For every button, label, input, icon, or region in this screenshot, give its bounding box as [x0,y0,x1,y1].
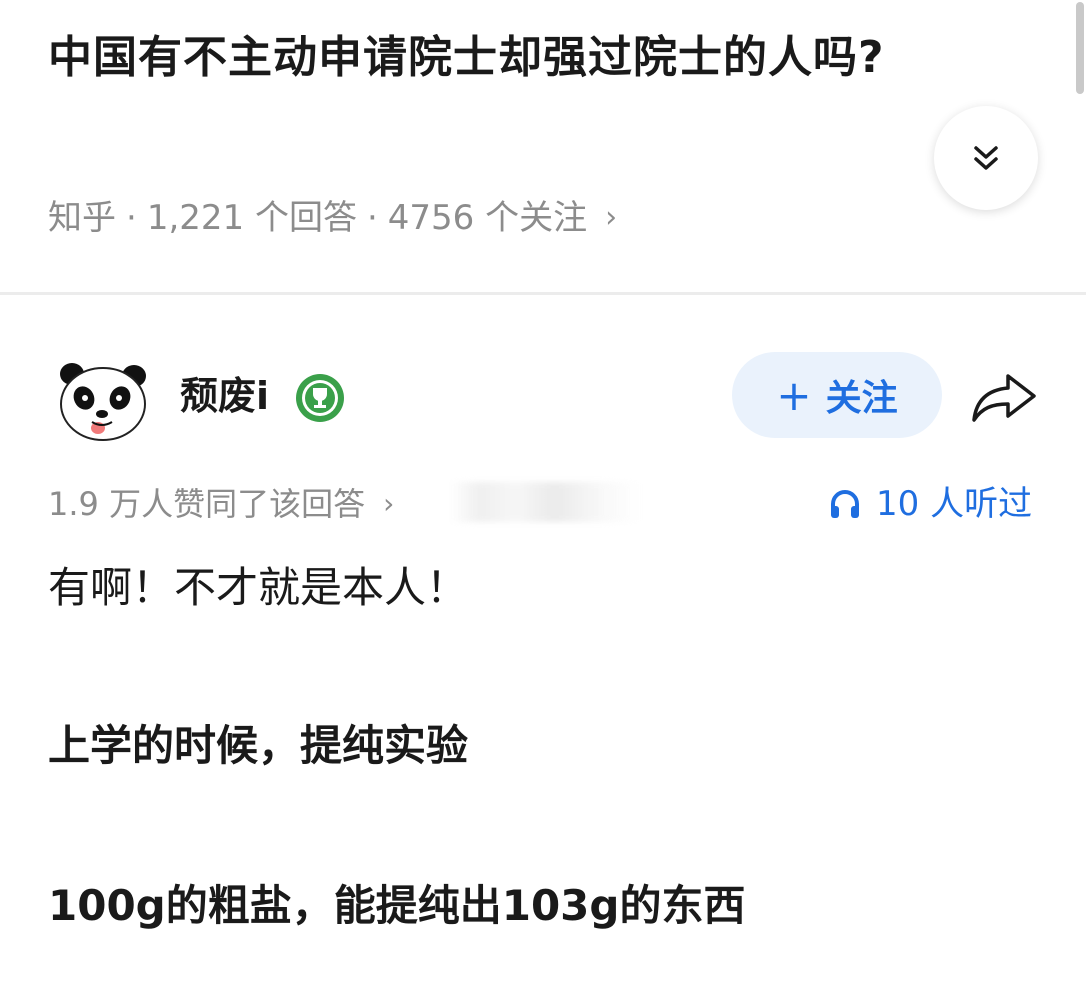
trophy-badge-icon[interactable] [294,372,346,424]
answer-paragraph: 100g的粗盐，能提纯出103g的东西 [48,881,746,930]
follow-button-label: 关注 [825,378,898,419]
headphones-icon [831,490,859,518]
meta-separator: · [366,198,378,238]
source-label: 知乎 [48,198,116,238]
share-button[interactable] [968,366,1040,428]
follow-button[interactable]: + 关注 [732,352,942,438]
scrollbar[interactable] [1074,0,1086,984]
double-chevron-down-icon [974,146,998,170]
avatar[interactable] [50,346,154,450]
author-name[interactable]: 颓废i [180,366,269,426]
listened-count: 10 人听过 [876,484,1033,524]
answer-paragraph: 上学的时候，提纯实验 [48,721,469,770]
question-header: 中国有不主动申请院士却强过院士的人吗? [48,24,1008,92]
answer-paragraph: 有啊！不才就是本人！ [48,563,469,612]
question-meta[interactable]: 知乎 · 1,221 个回答 · 4756 个关注 › [48,192,617,244]
answer-page: 中国有不主动申请院士却强过院士的人吗? 知乎 · 1,221 个回答 · 475… [0,0,1086,984]
votes-row[interactable]: 1.9 万人赞同了该回答 › [48,478,394,530]
redacted-blur [450,482,640,522]
chevron-right-icon: › [383,487,395,520]
answers-count: 1,221 个回答 [146,198,357,238]
chevron-right-icon: › [605,200,618,235]
followers-count: 4756 个关注 [387,198,588,238]
votes-count: 1.9 万人赞同了该回答 [48,485,366,523]
divider [0,292,1086,295]
share-arrow-icon [972,374,1036,422]
panda-avatar-image [60,363,146,441]
listened-indicator[interactable]: 10 人听过 [828,478,1032,530]
scrollbar-thumb[interactable] [1076,2,1084,94]
question-title[interactable]: 中国有不主动申请院士却强过院士的人吗? [48,24,988,92]
expand-question-button[interactable] [934,106,1038,210]
plus-icon: + [776,370,812,420]
meta-separator: · [126,198,137,238]
